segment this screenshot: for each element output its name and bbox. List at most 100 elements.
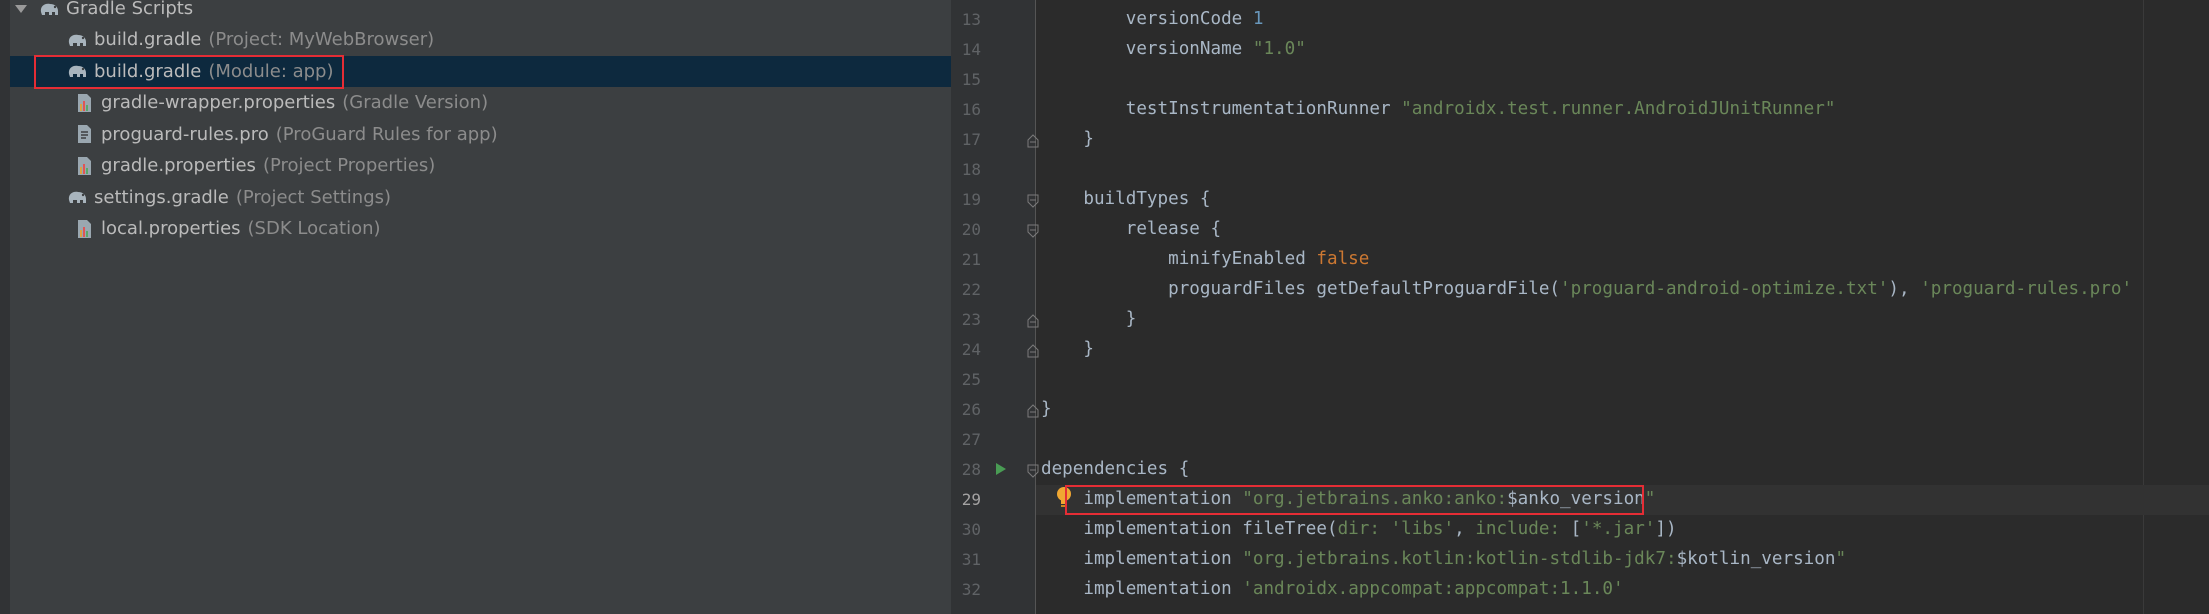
code-line[interactable]: 21 minifyEnabled false (951, 245, 2209, 275)
tree-item-name: build.gradle (94, 60, 202, 82)
gradle-elephant-icon (38, 0, 60, 19)
gradle-elephant-icon (66, 61, 88, 81)
line-number: 29 (961, 490, 981, 509)
code-token: include: (1475, 519, 1571, 539)
code-line[interactable]: 15 (951, 65, 2209, 95)
code-token: ]) (1655, 519, 1677, 539)
code-text: release { (1041, 219, 1221, 239)
code-line[interactable]: 30 implementation fileTree(dir: 'libs', … (951, 515, 2209, 545)
code-token: release { (1041, 219, 1222, 239)
code-token: versionName (1041, 39, 1253, 59)
code-token: implementation (1041, 579, 1243, 599)
code-text: } (1041, 129, 1094, 149)
code-token: "org.jetbrains.anko:anko: (1242, 489, 1508, 509)
code-line[interactable]: 28 dependencies { (951, 455, 2209, 485)
code-token: ), (1888, 279, 1921, 299)
code-text: testInstrumentationRunner "androidx.test… (1041, 99, 1836, 119)
text-file-icon (73, 124, 95, 144)
tree-item[interactable]: gradle-wrapper.properties (Gradle Version… (10, 87, 951, 118)
code-line[interactable]: 29 implementation "org.jetbrains.anko:an… (951, 485, 2209, 515)
tree-item-detail: (SDK Location) (247, 218, 381, 239)
line-number: 15 (961, 70, 981, 89)
tree-item[interactable]: local.properties (SDK Location) (10, 213, 951, 244)
code-token: , (1454, 519, 1476, 539)
code-token: $kotlin_version (1676, 549, 1836, 569)
code-token: $anko_version (1507, 489, 1645, 509)
fold-open-icon[interactable] (1027, 193, 1039, 208)
tree-item[interactable]: proguard-rules.pro (ProGuard Rules for ap… (10, 119, 951, 150)
fold-end-icon[interactable] (1027, 133, 1039, 148)
code-line[interactable]: 16 testInstrumentationRunner "androidx.t… (951, 95, 2209, 125)
tree-item-detail: (ProGuard Rules for app) (275, 123, 498, 145)
code-text: versionCode 1 (1041, 9, 1264, 29)
line-number: 21 (961, 250, 981, 269)
tree-item[interactable]: build.gradle (Module: app) (10, 55, 951, 87)
code-token: 'androidx.appcompat:appcompat:1.1.0' (1242, 579, 1624, 599)
code-text: minifyEnabled false (1041, 249, 1369, 269)
tree-item[interactable]: gradle.properties (Project Properties) (10, 150, 951, 181)
tree-item-name: settings.gradle (94, 186, 229, 208)
tree-item-detail: (Gradle Version) (342, 92, 489, 113)
code-line[interactable]: 22 proguardFiles getDefaultProguardFile(… (951, 275, 2209, 305)
code-token: " (1644, 489, 1656, 509)
code-token: implementation (1041, 549, 1243, 569)
code-text: proguardFiles getDefaultProguardFile('pr… (1041, 279, 2132, 299)
fold-end-icon[interactable] (1027, 343, 1039, 358)
properties-file-icon (73, 156, 95, 176)
code-token: } (1041, 399, 1052, 419)
code-token: } (1041, 129, 1094, 149)
fold-end-icon[interactable] (1027, 313, 1039, 328)
code-line[interactable]: 27 (951, 425, 2209, 455)
chevron-down-icon[interactable] (14, 2, 28, 16)
code-text: implementation 'androidx.appcompat:appco… (1041, 579, 1624, 599)
code-line[interactable]: 19 buildTypes { (951, 185, 2209, 215)
tree-item[interactable]: build.gradle (Project: MyWebBrowser) (10, 24, 951, 55)
line-number: 26 (961, 400, 981, 419)
code-line[interactable]: 23 } (951, 305, 2209, 335)
tree-item-name: gradle.properties (101, 155, 256, 176)
tree-folder-gradle-scripts[interactable]: Gradle Scripts (10, 0, 951, 24)
line-number: 19 (961, 190, 981, 209)
run-gutter-icon[interactable] (995, 461, 1007, 481)
tree-item-name: build.gradle (94, 29, 202, 50)
code-token: false (1316, 249, 1370, 269)
code-line[interactable]: 25 (951, 365, 2209, 395)
fold-open-icon[interactable] (1027, 463, 1039, 478)
tree-item[interactable]: settings.gradle (Project Settings) (10, 182, 951, 213)
code-token: implementation fileTree( (1041, 519, 1338, 539)
fold-end-icon[interactable] (1027, 403, 1039, 418)
code-line[interactable]: 31 implementation "org.jetbrains.kotlin:… (951, 545, 2209, 575)
code-text: } (1041, 399, 1052, 419)
tree-item-name: proguard-rules.pro (101, 123, 269, 145)
code-token: dependencies { (1041, 459, 1190, 479)
code-text: implementation "org.jetbrains.kotlin:kot… (1041, 549, 1846, 569)
tree-item-name: gradle-wrapper.properties (101, 92, 336, 113)
code-line[interactable]: 18 (951, 155, 2209, 185)
code-token: testInstrumentationRunner (1041, 99, 1402, 119)
code-token: dir: (1337, 519, 1391, 539)
code-line[interactable]: 13 versionCode 1 (951, 5, 2209, 35)
code-token: 'proguard-android-optimize.txt' (1560, 279, 1889, 299)
intention-bulb-icon[interactable] (1055, 486, 1073, 515)
line-number: 13 (961, 10, 981, 29)
code-token: buildTypes { (1041, 189, 1211, 209)
line-number: 32 (961, 580, 981, 599)
code-line[interactable]: 24 } (951, 335, 2209, 365)
code-line[interactable]: 26} (951, 395, 2209, 425)
tree-left-strip (0, 0, 10, 614)
code-line[interactable]: 32 implementation 'androidx.appcompat:ap… (951, 575, 2209, 605)
code-text: implementation fileTree(dir: 'libs', inc… (1041, 519, 1677, 539)
tree-item-name: local.properties (101, 218, 241, 239)
tree-item-detail: (Project: MyWebBrowser) (208, 29, 435, 50)
code-token: minifyEnabled (1041, 249, 1317, 269)
code-editor[interactable]: 13 versionCode 1 14 versionName "1.0" 15 16… (951, 0, 2209, 614)
code-token: "androidx.test.runner.AndroidJUnitRunner… (1401, 99, 1836, 119)
code-token: } (1041, 339, 1094, 359)
line-number: 17 (961, 130, 981, 149)
code-line[interactable]: 14 versionName "1.0" (951, 35, 2209, 65)
fold-open-icon[interactable] (1027, 223, 1039, 238)
code-line[interactable]: 20 release { (951, 215, 2209, 245)
code-token: " (1835, 549, 1847, 569)
line-number: 27 (961, 430, 981, 449)
code-line[interactable]: 17 } (951, 125, 2209, 155)
